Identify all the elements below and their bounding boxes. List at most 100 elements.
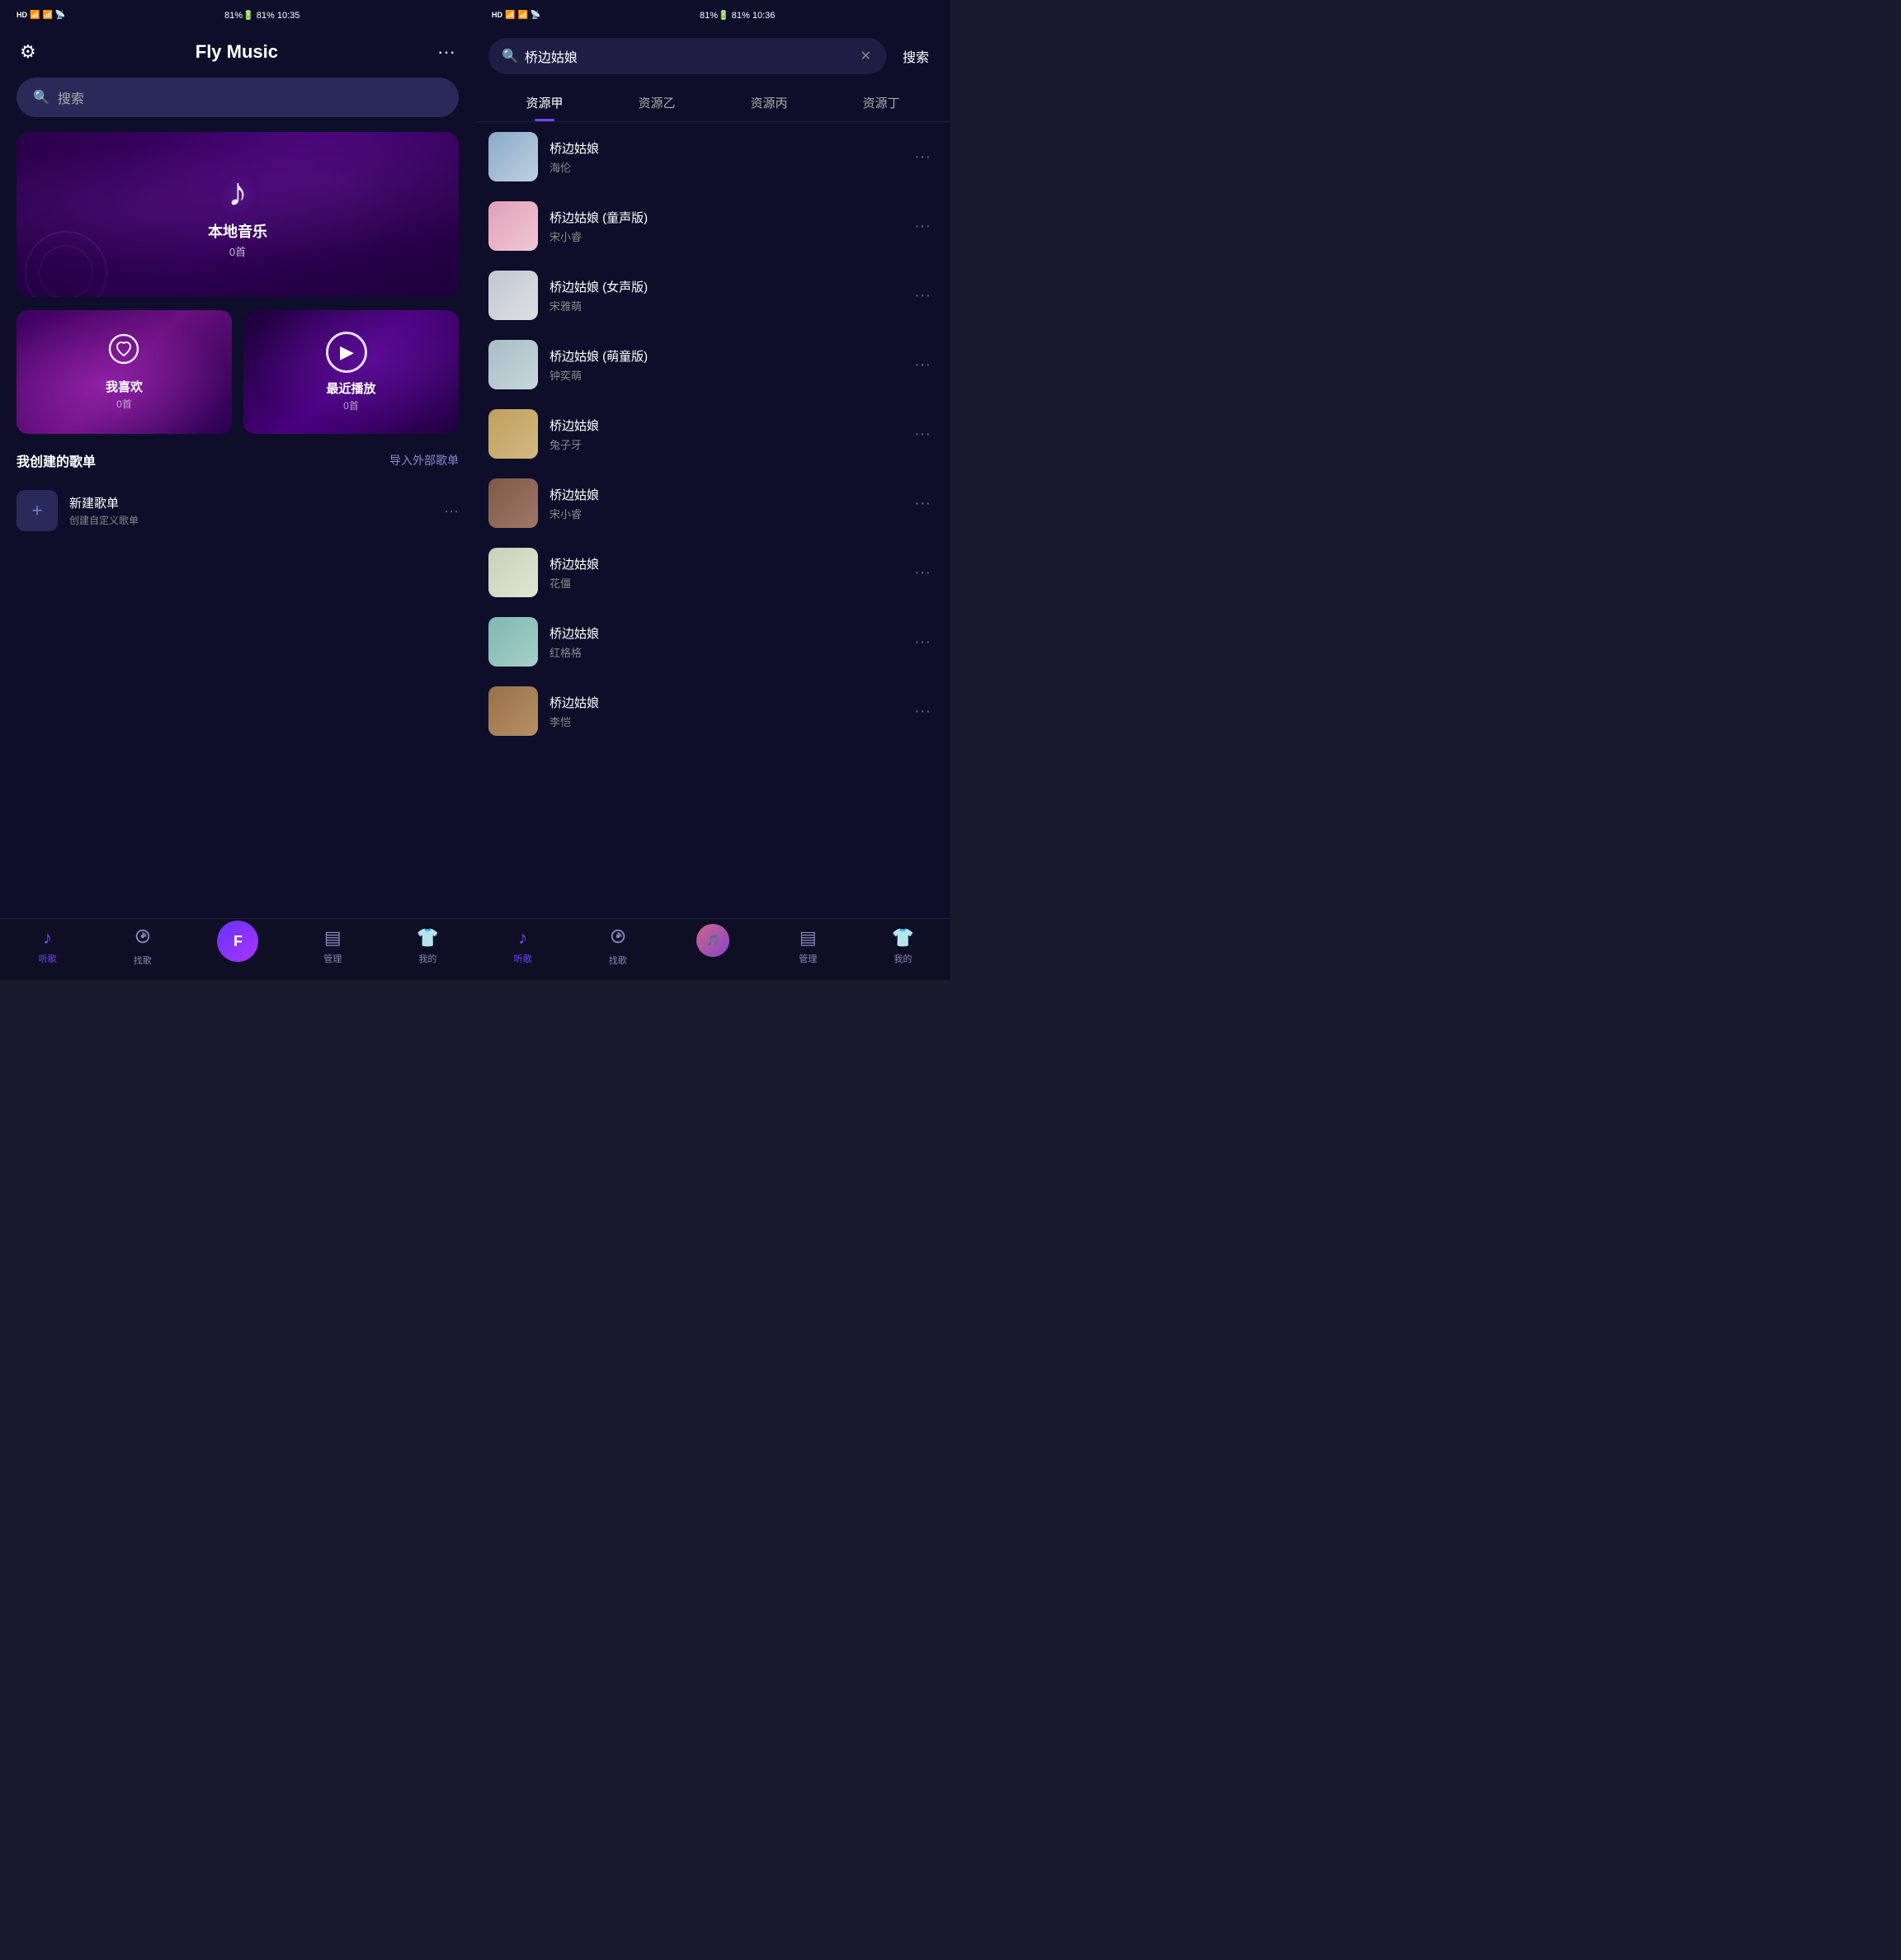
tab-source-d[interactable]: 资源丁 — [825, 86, 937, 121]
import-playlist-btn[interactable]: 导入外部歌单 — [389, 452, 459, 469]
result-more-3[interactable]: ··· — [908, 352, 937, 378]
time-right: 81% 10:36 — [732, 11, 776, 21]
signal-4g-r2: 📶 — [517, 11, 527, 20]
status-bar-left: HD 📶 📶 📡 81%🔋 81% 10:35 — [0, 0, 475, 30]
playlist-name: 新建歌单 — [69, 494, 432, 511]
result-artist-6: 花僵 — [550, 575, 896, 591]
search-placeholder-text: 搜索 — [58, 87, 84, 107]
right-nav-center[interactable]: 🎵 — [665, 927, 760, 967]
result-title-7: 桥边姑娘 — [550, 624, 896, 642]
playlist-section-header: 我创建的歌单 导入外部歌单 — [0, 450, 475, 482]
nav-mine[interactable]: 👕 我的 — [380, 927, 475, 967]
result-thumb-8 — [488, 686, 538, 736]
playlist-info: 新建歌单 创建自定义歌单 — [69, 494, 432, 527]
right-nav-listen[interactable]: ♪ 听歌 — [475, 927, 570, 967]
result-item-0[interactable]: 桥边姑娘 海伦 ··· — [475, 122, 950, 191]
add-playlist-icon: + — [17, 490, 58, 531]
status-left-left: HD 📶 📶 📡 — [17, 11, 65, 20]
signal-hd1: HD — [17, 11, 27, 19]
result-item-7[interactable]: 桥边姑娘 红格格 ··· — [475, 607, 950, 676]
app-title: Fly Music — [196, 41, 278, 63]
result-more-2[interactable]: ··· — [908, 283, 937, 309]
result-artist-3: 钟奕萌 — [550, 367, 896, 383]
result-more-0[interactable]: ··· — [908, 144, 937, 170]
result-artist-8: 李恺 — [550, 714, 896, 729]
nav-listen[interactable]: ♪ 听歌 — [0, 927, 95, 967]
result-more-1[interactable]: ··· — [908, 214, 937, 239]
battery-left: 81%🔋 — [224, 11, 254, 21]
result-item-6[interactable]: 桥边姑娘 花僵 ··· — [475, 538, 950, 607]
result-text-0: 桥边姑娘 海伦 — [550, 139, 896, 175]
result-artist-7: 红格格 — [550, 644, 896, 660]
search-input[interactable] — [525, 49, 852, 64]
search-submit-btn[interactable]: 搜索 — [894, 41, 937, 71]
result-artist-2: 宋雅萌 — [550, 298, 896, 313]
bottom-nav-right: ♪ 听歌 找歌 🎵 ▤ 管理 👕 我的 — [475, 918, 950, 980]
search-icon: 🔍 — [33, 89, 50, 106]
result-title-8: 桥边姑娘 — [550, 694, 896, 711]
result-thumb-5 — [488, 478, 538, 528]
result-text-5: 桥边姑娘 宋小睿 — [550, 486, 896, 521]
result-text-1: 桥边姑娘 (童声版) 宋小睿 — [550, 209, 896, 244]
search-results-list: 桥边姑娘 海伦 ··· 桥边姑娘 (童声版) 宋小睿 ··· 桥边姑娘 (女声版… — [475, 122, 950, 918]
favorites-count: 0首 — [106, 397, 143, 411]
result-item-8[interactable]: 桥边姑娘 李恺 ··· — [475, 676, 950, 746]
banner-content: ♪ 本地音乐 0首 — [208, 170, 267, 259]
result-thumb-3 — [488, 340, 538, 389]
fly-music-logo-btn[interactable]: F — [217, 921, 258, 962]
result-text-4: 桥边姑娘 兔子牙 — [550, 417, 896, 452]
right-mine-icon: 👕 — [892, 927, 914, 949]
result-item-5[interactable]: 桥边姑娘 宋小睿 ··· — [475, 469, 950, 538]
result-more-4[interactable]: ··· — [908, 422, 937, 447]
result-title-0: 桥边姑娘 — [550, 139, 896, 157]
user-avatar[interactable]: 🎵 — [696, 924, 729, 957]
signal-4g1: 📶 — [30, 11, 40, 20]
more-menu-btn[interactable]: ··· — [434, 38, 459, 66]
favorites-card[interactable]: 我喜欢 0首 — [17, 310, 232, 434]
nav-center[interactable]: F — [190, 927, 285, 967]
search-icon-right: 🔍 — [502, 48, 518, 64]
nav-manage[interactable]: ▤ 管理 — [285, 927, 380, 967]
playlist-more-btn[interactable]: ··· — [444, 502, 459, 520]
recent-count: 0首 — [326, 398, 375, 412]
result-item-1[interactable]: 桥边姑娘 (童声版) 宋小睿 ··· — [475, 191, 950, 261]
result-more-6[interactable]: ··· — [908, 560, 937, 586]
local-music-banner[interactable]: ♪ 本地音乐 0首 — [17, 132, 459, 297]
right-find-icon — [609, 927, 627, 950]
tab-source-b[interactable]: 资源乙 — [601, 86, 713, 121]
right-find-label: 找歌 — [609, 954, 627, 967]
right-nav-manage[interactable]: ▤ 管理 — [761, 927, 856, 967]
right-manage-icon: ▤ — [800, 927, 817, 949]
tab-source-a[interactable]: 资源甲 — [488, 86, 601, 121]
signal-hd-r: HD — [492, 11, 502, 19]
section-title: 我创建的歌单 — [17, 450, 96, 470]
result-item-3[interactable]: 桥边姑娘 (萌童版) 钟奕萌 ··· — [475, 330, 950, 399]
result-more-8[interactable]: ··· — [908, 699, 937, 724]
grid-cards-section: 我喜欢 0首 ▶ 最近播放 0首 — [17, 310, 459, 434]
recent-play-card[interactable]: ▶ 最近播放 0首 — [243, 310, 459, 434]
right-nav-mine[interactable]: 👕 我的 — [856, 927, 950, 967]
right-nav-find[interactable]: 找歌 — [570, 927, 665, 967]
result-more-7[interactable]: ··· — [908, 629, 937, 655]
result-artist-5: 宋小睿 — [550, 506, 896, 521]
result-item-4[interactable]: 桥边姑娘 兔子牙 ··· — [475, 399, 950, 469]
bottom-nav-left: ♪ 听歌 找歌 F ▤ 管理 👕 我的 — [0, 918, 475, 980]
result-text-7: 桥边姑娘 红格格 — [550, 624, 896, 660]
tab-source-c[interactable]: 资源丙 — [713, 86, 825, 121]
result-title-4: 桥边姑娘 — [550, 417, 896, 434]
listen-icon: ♪ — [43, 927, 52, 949]
nav-find[interactable]: 找歌 — [95, 927, 190, 967]
result-item-2[interactable]: 桥边姑娘 (女声版) 宋雅萌 ··· — [475, 261, 950, 330]
search-bar[interactable]: 🔍 搜索 — [17, 78, 459, 117]
result-thumb-1 — [488, 201, 538, 251]
manage-label: 管理 — [323, 952, 342, 965]
result-more-5[interactable]: ··· — [908, 491, 937, 516]
right-manage-label: 管理 — [799, 952, 817, 965]
time-left: 81% 10:35 — [257, 11, 300, 21]
settings-icon-btn[interactable]: ⚙ — [17, 38, 40, 66]
result-title-3: 桥边姑娘 (萌童版) — [550, 347, 896, 365]
recent-title: 最近播放 — [326, 379, 375, 397]
new-playlist-item[interactable]: + 新建歌单 创建自定义歌单 ··· — [0, 482, 475, 539]
search-clear-btn[interactable]: ✕ — [859, 46, 873, 66]
music-note-icon: ♪ — [208, 170, 267, 215]
